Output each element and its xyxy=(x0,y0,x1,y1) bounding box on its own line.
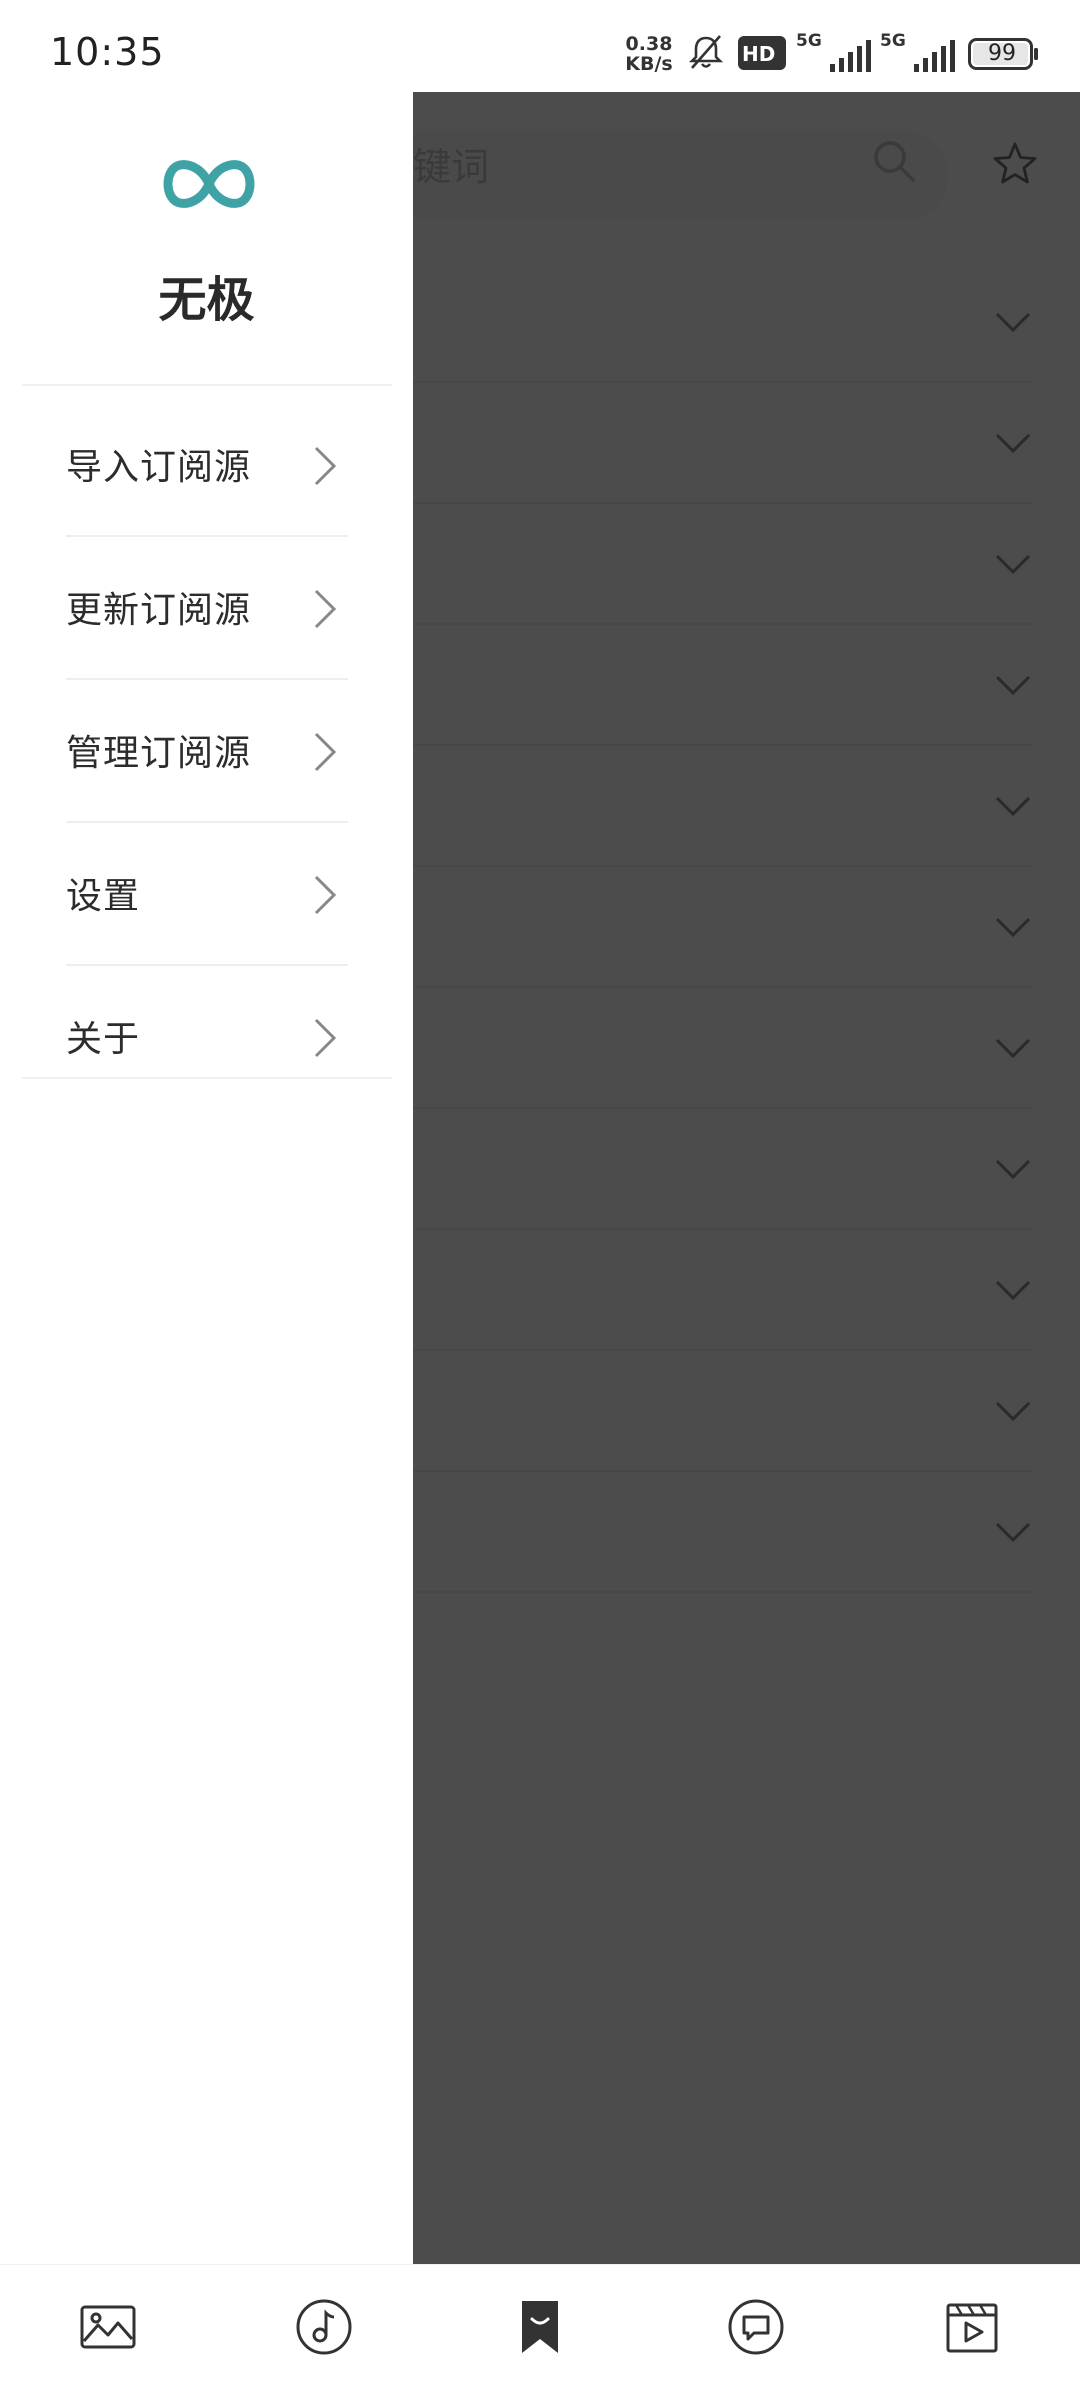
chevron-down-icon[interactable] xyxy=(993,1393,1033,1429)
music-icon xyxy=(296,2299,352,2355)
infinity-logo-icon xyxy=(163,160,255,208)
divider xyxy=(22,384,392,386)
chevron-down-icon[interactable] xyxy=(993,546,1033,582)
chevron-right-icon xyxy=(314,1018,337,1058)
category-row[interactable] xyxy=(413,988,1033,1109)
category-row[interactable] xyxy=(413,1109,1033,1230)
search-icon[interactable] xyxy=(869,136,919,186)
signal-5g-icon: 5G xyxy=(796,31,871,72)
category-row[interactable] xyxy=(413,504,1033,625)
chevron-down-icon[interactable] xyxy=(993,909,1033,945)
chevron-down-icon[interactable] xyxy=(993,1514,1033,1550)
status-bar: 10:35 0.38 KB/s HD 5G 5G 99 xyxy=(0,0,1080,92)
category-row[interactable] xyxy=(413,1351,1033,1472)
menu-item-import-feeds[interactable]: 导入订阅源 xyxy=(66,394,348,537)
bookmark-icon xyxy=(522,2301,558,2353)
status-time: 10:35 xyxy=(50,30,165,74)
menu-item-manage-feeds[interactable]: 管理订阅源 xyxy=(66,680,348,823)
category-row[interactable] xyxy=(413,1472,1033,1593)
chevron-right-icon xyxy=(314,589,337,629)
divider xyxy=(22,1077,392,1079)
nav-music-button[interactable] xyxy=(292,2295,356,2359)
chevron-down-icon[interactable] xyxy=(993,1272,1033,1308)
search-bar[interactable] xyxy=(413,130,948,220)
menu-item-label: 导入订阅源 xyxy=(66,447,252,488)
chevron-down-icon[interactable] xyxy=(993,1151,1033,1187)
nav-video-button[interactable] xyxy=(940,2295,1004,2359)
chat-icon xyxy=(728,2299,784,2355)
menu-item-label: 更新订阅源 xyxy=(66,590,252,631)
nav-images-button[interactable] xyxy=(76,2295,140,2359)
menu-item-label: 设置 xyxy=(66,876,141,917)
chevron-down-icon[interactable] xyxy=(993,1030,1033,1066)
svg-text:5G: 5G xyxy=(796,31,822,51)
category-row[interactable] xyxy=(413,867,1033,988)
nav-feeds-button[interactable] xyxy=(508,2295,572,2359)
bell-muted-icon xyxy=(688,35,724,69)
chevron-down-icon[interactable] xyxy=(993,788,1033,824)
navigation-drawer: 无极 导入订阅源 更新订阅源 管理订阅源 设置 关于 xyxy=(0,92,413,2264)
star-icon[interactable] xyxy=(991,140,1039,188)
chevron-down-icon[interactable] xyxy=(993,425,1033,461)
menu-item-settings[interactable]: 设置 xyxy=(66,823,348,966)
chevron-right-icon xyxy=(314,446,337,486)
menu-item-label: 管理订阅源 xyxy=(66,733,252,774)
hd-voice-icon: HD xyxy=(738,36,786,70)
category-row[interactable] xyxy=(413,383,1033,504)
search-placeholder: 键词 xyxy=(413,145,490,189)
menu-item-about[interactable]: 关于 xyxy=(66,966,348,1109)
category-row[interactable] xyxy=(413,746,1033,867)
network-speed: 0.38 KB/s xyxy=(625,33,673,75)
app-title: 无极 xyxy=(158,272,255,328)
category-row[interactable] xyxy=(413,625,1033,746)
dimmed-main-page[interactable]: 键词 xyxy=(413,92,1080,2264)
menu-item-label: 关于 xyxy=(66,1019,141,1060)
video-icon xyxy=(946,2303,998,2353)
signal-5g-icon: 5G xyxy=(880,31,955,72)
svg-text:5G: 5G xyxy=(880,31,906,51)
chevron-down-icon[interactable] xyxy=(993,304,1033,340)
chevron-right-icon xyxy=(314,875,337,915)
status-indicators: 0.38 KB/s HD 5G 5G 99 xyxy=(620,0,1080,92)
image-icon xyxy=(80,2305,136,2349)
bottom-navigation xyxy=(0,2264,1080,2400)
chevron-down-icon[interactable] xyxy=(993,667,1033,703)
menu-item-update-feeds[interactable]: 更新订阅源 xyxy=(66,537,348,680)
category-row[interactable] xyxy=(413,1230,1033,1351)
category-row[interactable] xyxy=(413,262,1033,383)
nav-chat-button[interactable] xyxy=(724,2295,788,2359)
battery-level: 99 xyxy=(988,41,1016,66)
svg-text:HD: HD xyxy=(742,42,775,66)
chevron-right-icon xyxy=(314,732,337,772)
